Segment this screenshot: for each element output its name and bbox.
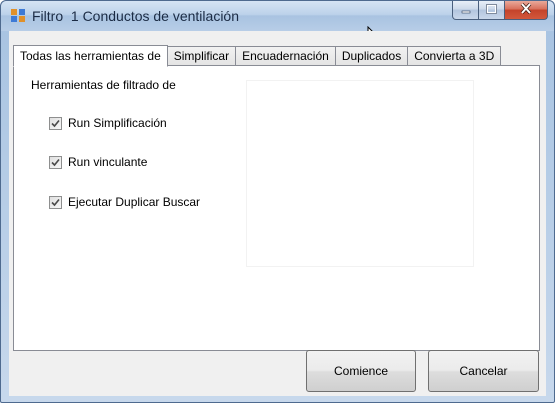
group-box — [246, 80, 474, 267]
window-title: Filtro 1 Conductos de ventilación — [32, 8, 239, 24]
app-icon — [11, 9, 25, 22]
tab-binding[interactable]: Encuadernación — [235, 46, 336, 66]
close-button[interactable] — [505, 1, 548, 20]
run-binding-checkbox[interactable]: Run vinculante — [49, 155, 147, 169]
tab-all-tools[interactable]: Todas las herramientas de — [13, 45, 168, 67]
dialog-client-area: Todas las herramientas de Simplificar En… — [9, 31, 546, 396]
checkmark-icon — [51, 158, 60, 166]
maximize-icon — [486, 1, 497, 19]
filter-tools-label: Herramientas de filtrado de — [31, 78, 176, 92]
tab-convert-3d[interactable]: Convierta a 3D — [407, 46, 502, 66]
checkbox-label: Ejecutar Duplicar Buscar — [68, 195, 201, 209]
checkmark-icon — [51, 198, 60, 206]
run-duplicate-search-checkbox[interactable]: Ejecutar Duplicar Buscar — [49, 195, 200, 209]
minimize-button[interactable] — [452, 1, 479, 20]
checkbox-box[interactable] — [49, 116, 62, 130]
checkbox-box[interactable] — [49, 195, 62, 209]
checkbox-label: Run vinculante — [68, 155, 148, 169]
tab-duplicates[interactable]: Duplicados — [334, 46, 409, 66]
close-icon — [520, 1, 532, 19]
run-simplification-checkbox[interactable]: Run Simplificación — [49, 116, 167, 130]
caption-buttons — [452, 1, 548, 21]
checkbox-box[interactable] — [49, 155, 62, 169]
title-bar[interactable]: Filtro 1 Conductos de ventilación — [1, 1, 554, 31]
start-button[interactable]: Comience — [306, 350, 416, 392]
minimize-icon — [461, 1, 471, 19]
checkbox-label: Run Simplificación — [68, 116, 167, 130]
checkmark-icon — [51, 119, 60, 127]
cancel-button[interactable]: Cancelar — [428, 350, 539, 392]
maximize-button[interactable] — [479, 1, 505, 20]
tab-panel-all-tools: Herramientas de filtrado de Run Simplifi… — [13, 65, 540, 351]
dialog-window: Filtro 1 Conductos de ventilación Todas … — [0, 0, 555, 403]
tab-simplify[interactable]: Simplificar — [166, 46, 237, 66]
tab-strip: Todas las herramientas de Simplificar En… — [13, 44, 502, 67]
